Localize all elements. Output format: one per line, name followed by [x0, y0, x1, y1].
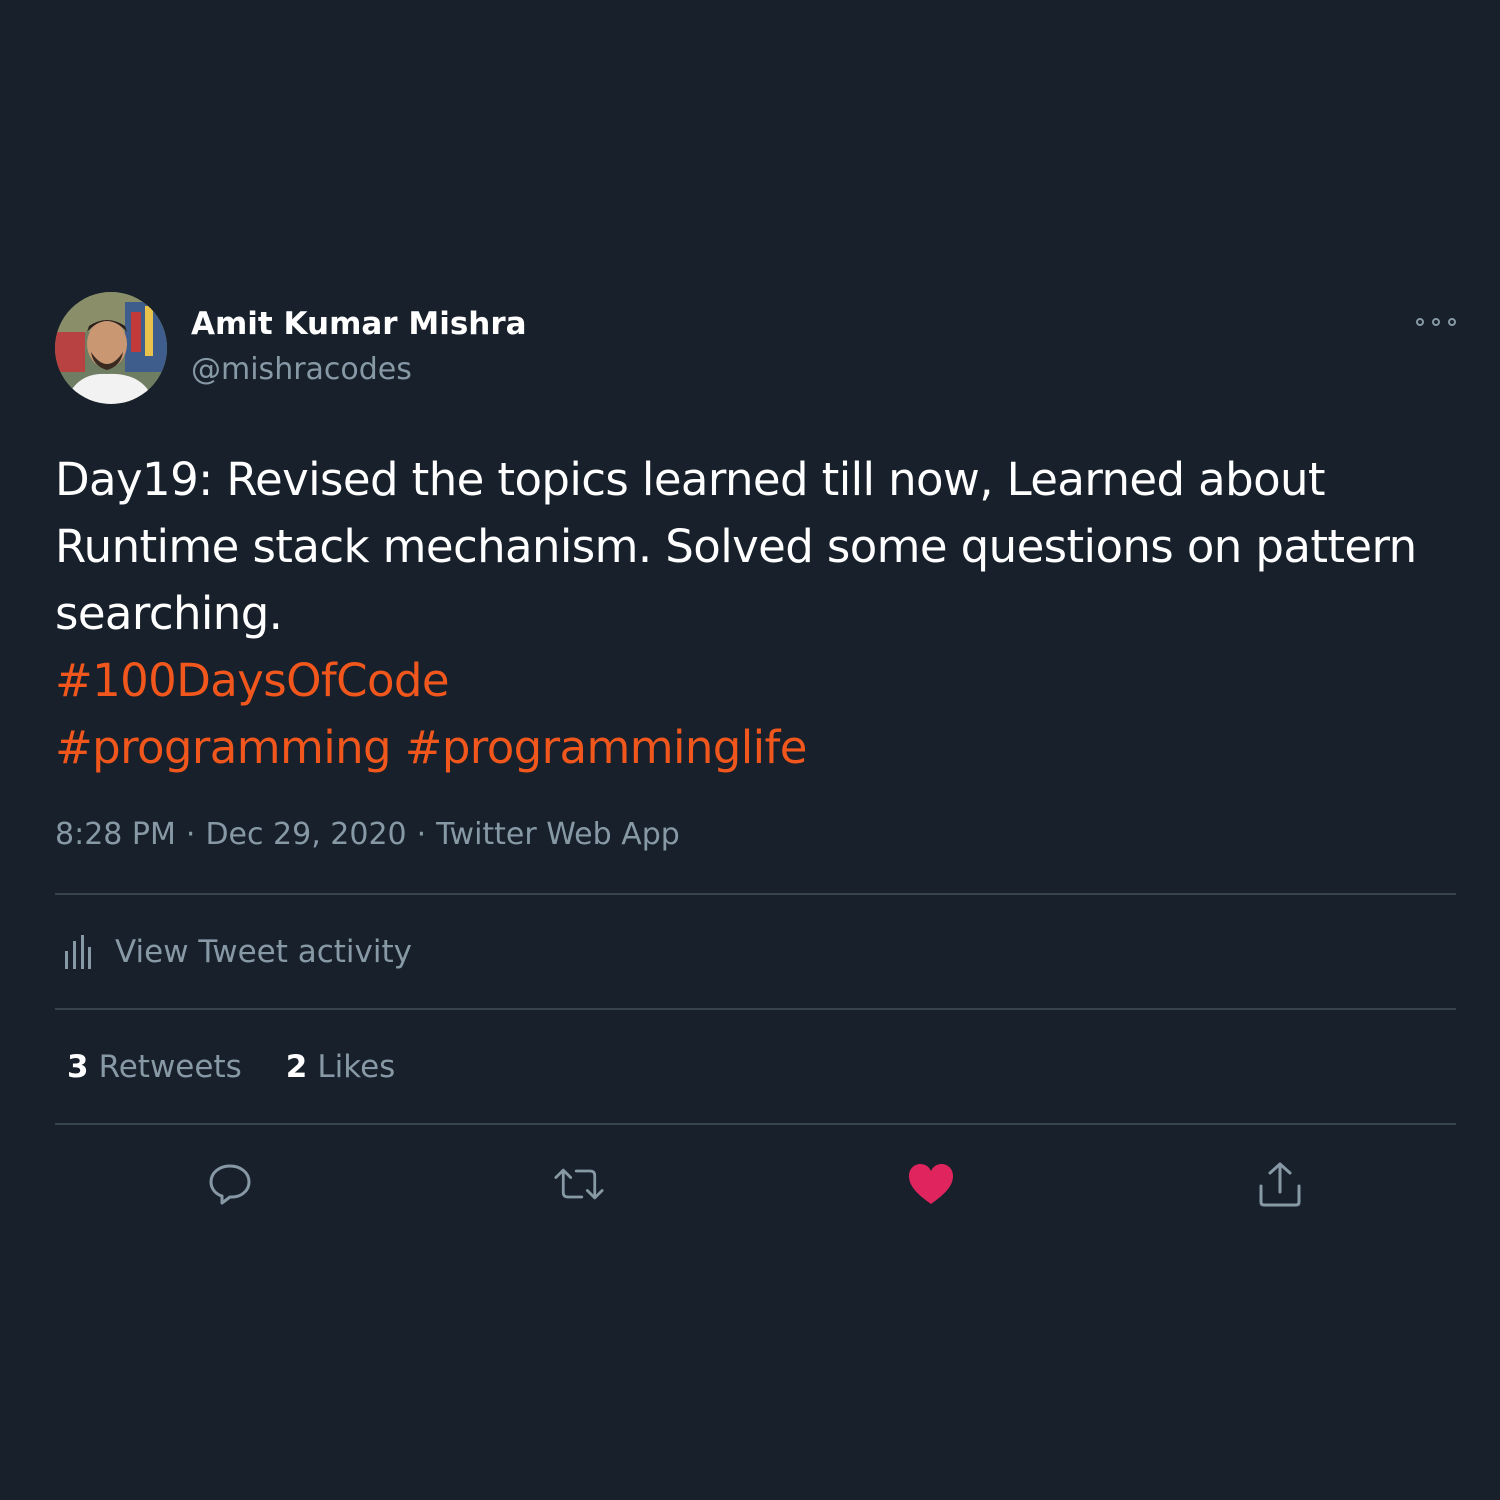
tweet-hashtags: #100DaysOfCode #programming #programming…	[55, 647, 1456, 781]
tweet-source[interactable]: Twitter Web App	[436, 817, 680, 852]
dot-icon	[1432, 318, 1440, 326]
meta-separator: ·	[185, 817, 196, 852]
like-button[interactable]	[906, 1159, 956, 1209]
retweets-label: Retweets	[98, 1048, 242, 1085]
hashtag-line[interactable]: #programming #programminglife	[55, 714, 1456, 781]
more-options-icon[interactable]	[1416, 314, 1456, 330]
tweet-text: Day19: Revised the topics learned till n…	[55, 453, 1417, 640]
view-tweet-activity-button[interactable]: View Tweet activity	[55, 895, 1456, 1008]
tweet-header: Amit Kumar Mishra @mishracodes	[55, 292, 1456, 406]
dot-icon	[1416, 318, 1424, 326]
tweet-actions	[55, 1125, 1456, 1243]
author-handle[interactable]: @mishracodes	[191, 352, 412, 387]
meta-separator: ·	[416, 817, 427, 852]
bar-chart-icon	[65, 934, 91, 969]
likes-stat[interactable]: 2 Likes	[286, 1049, 396, 1085]
retweet-button[interactable]	[554, 1159, 604, 1209]
retweets-stat[interactable]: 3 Retweets	[67, 1049, 242, 1085]
reply-icon	[209, 1164, 251, 1205]
reply-button[interactable]	[205, 1159, 255, 1209]
view-tweet-activity-label: View Tweet activity	[115, 933, 412, 970]
avatar-image	[55, 292, 167, 404]
share-button[interactable]	[1255, 1159, 1305, 1209]
tweet-card: Amit Kumar Mishra @mishracodes Day19: Re…	[55, 292, 1456, 1243]
share-icon	[1259, 1162, 1301, 1207]
retweet-icon	[554, 1168, 604, 1200]
hashtag-line[interactable]: #100DaysOfCode	[55, 647, 1456, 714]
author-name[interactable]: Amit Kumar Mishra	[191, 306, 527, 342]
dot-icon	[1448, 318, 1456, 326]
heart-icon	[909, 1164, 953, 1204]
tweet-stats: 3 Retweets 2 Likes	[55, 1010, 1456, 1123]
tweet-time[interactable]: 8:28 PM	[55, 817, 176, 852]
tweet-meta: 8:28 PM · Dec 29, 2020 · Twitter Web App	[55, 817, 1456, 857]
likes-label: Likes	[317, 1048, 396, 1085]
likes-count: 2	[285, 1048, 308, 1085]
tweet-date[interactable]: Dec 29, 2020	[205, 817, 406, 852]
avatar[interactable]	[55, 292, 167, 404]
retweets-count: 3	[67, 1048, 89, 1085]
